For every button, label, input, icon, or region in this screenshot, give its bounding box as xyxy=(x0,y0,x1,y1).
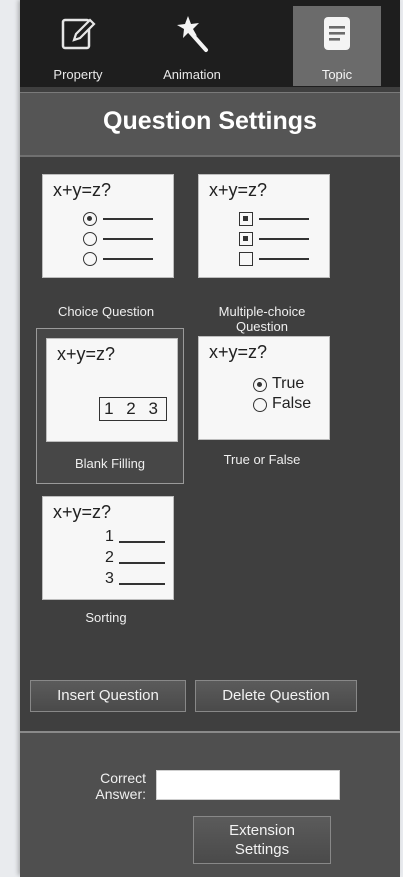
radio-option xyxy=(83,210,163,228)
formula-text: x+y=z? xyxy=(57,344,116,364)
tab-label: Topic xyxy=(321,67,353,82)
sort-item: 1 xyxy=(105,528,175,548)
radio-icon xyxy=(83,232,97,246)
choice-thumbnail: x+y=z? xyxy=(42,174,174,278)
question-type-grid: x+y=z? Choice Question x+y=z? Multiple-c… xyxy=(20,156,400,726)
question-type-label: Choice Question xyxy=(57,304,155,319)
answer-settings: Correct Answer: Extension Settings xyxy=(20,731,400,877)
question-type-label: True or False xyxy=(223,452,301,467)
multiple-choice-thumbnail: x+y=z? xyxy=(198,174,330,278)
checkbox-checked-icon xyxy=(239,232,253,246)
blank-box: 1 2 3 xyxy=(99,397,167,421)
radio-option xyxy=(83,250,163,268)
tab-label: Property xyxy=(53,67,103,82)
magic-wand-icon xyxy=(172,14,212,54)
document-icon xyxy=(317,14,357,54)
false-option: False xyxy=(253,395,323,415)
checkbox-option xyxy=(239,210,319,228)
checkbox-checked-icon xyxy=(239,212,253,226)
delete-question-button[interactable]: Delete Question xyxy=(195,680,357,712)
correct-answer-input[interactable] xyxy=(156,770,340,800)
tab-label: Animation xyxy=(163,67,221,82)
checkbox-option xyxy=(239,230,319,248)
extension-settings-button[interactable]: Extension Settings xyxy=(193,816,331,864)
checkbox-option xyxy=(239,250,319,268)
sort-item: 3 xyxy=(105,570,175,590)
tab-property[interactable]: Property xyxy=(34,6,122,86)
side-panel: Property Animation Topic Question Settin… xyxy=(20,0,400,877)
formula-text: x+y=z? xyxy=(209,180,268,200)
sort-item: 2 xyxy=(105,549,175,569)
sorting-thumbnail: x+y=z? 1 2 3 xyxy=(42,496,174,600)
radio-icon xyxy=(253,398,267,412)
question-type-label: Blank Filling xyxy=(74,456,146,471)
formula-text: x+y=z? xyxy=(209,342,268,362)
checkbox-icon xyxy=(239,252,253,266)
correct-answer-label: Correct Answer: xyxy=(95,770,146,802)
radio-selected-icon xyxy=(83,212,97,226)
page-title: Question Settings xyxy=(103,107,317,135)
formula-text: x+y=z? xyxy=(53,180,112,200)
question-type-label: Multiple-choice Question xyxy=(218,304,306,334)
true-option: True xyxy=(253,375,323,395)
panel-header: Question Settings xyxy=(20,92,400,157)
radio-option xyxy=(83,230,163,248)
tab-bar: Property Animation Topic xyxy=(20,0,400,87)
tab-topic[interactable]: Topic xyxy=(293,6,381,86)
insert-question-button[interactable]: Insert Question xyxy=(30,680,186,712)
question-type-label: Sorting xyxy=(85,610,127,625)
radio-selected-icon xyxy=(253,378,267,392)
radio-icon xyxy=(83,252,97,266)
blank-filling-thumbnail: x+y=z? 1 2 3 xyxy=(46,338,178,442)
true-false-thumbnail: x+y=z? True False xyxy=(198,336,330,440)
formula-text: x+y=z? xyxy=(53,502,112,522)
tab-animation[interactable]: Animation xyxy=(148,6,236,86)
edit-icon xyxy=(58,14,98,54)
